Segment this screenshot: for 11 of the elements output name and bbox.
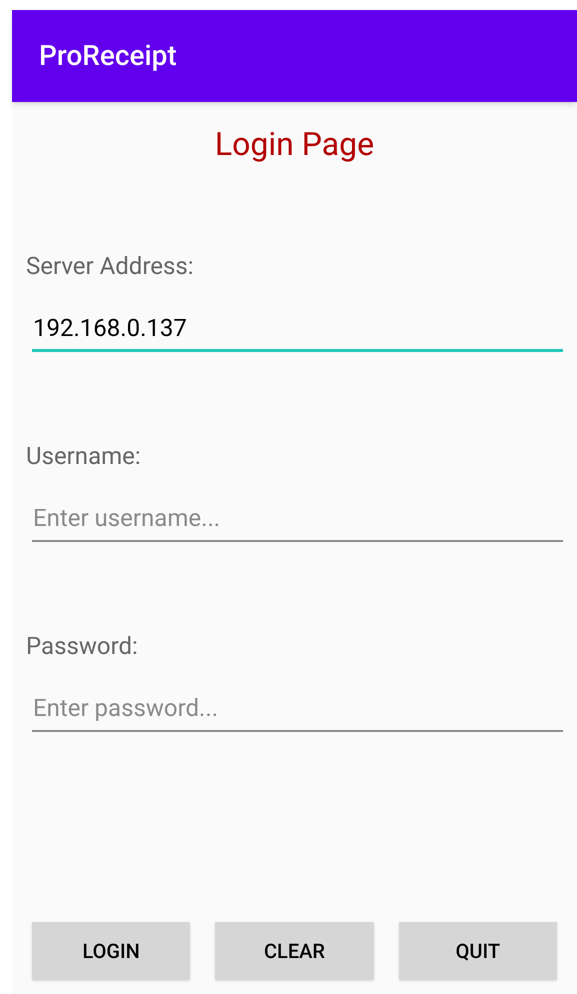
field-label: Server Address:	[26, 251, 195, 282]
field-label: Username:	[26, 441, 142, 472]
input-field[interactable]: Enter username...	[32, 496, 563, 542]
action-button[interactable]: LOGIN	[32, 922, 190, 980]
action-button[interactable]: CLEAR	[215, 922, 374, 980]
input-field[interactable]: 192.168.0.137	[32, 306, 563, 352]
input-field[interactable]: Enter password...	[32, 686, 563, 732]
field-label: Password:	[26, 631, 139, 662]
page-heading: Login Page	[214, 124, 374, 165]
action-button[interactable]: QUIT	[398, 922, 557, 980]
app-title: ProReceipt	[39, 38, 177, 74]
